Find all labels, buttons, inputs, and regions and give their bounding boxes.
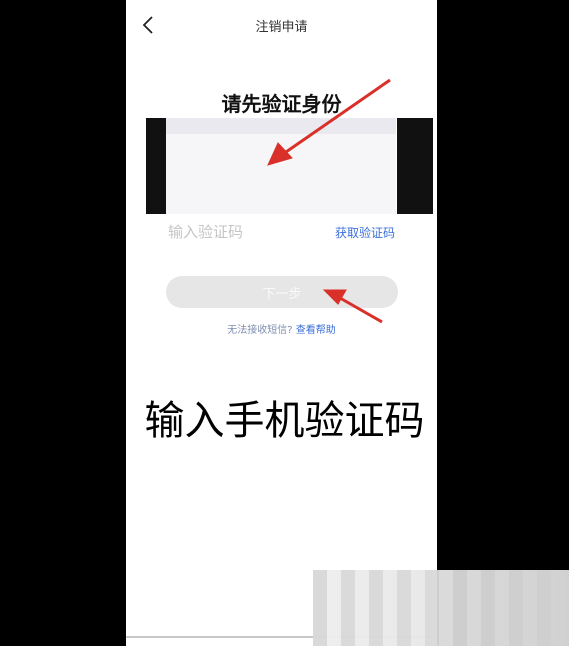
redaction-mask-left — [146, 118, 166, 214]
help-link[interactable]: 查看帮助 — [296, 325, 336, 336]
help-text: 无法接收短信? — [227, 325, 293, 336]
verification-code-input[interactable] — [168, 220, 318, 244]
instruction-caption: 输入手机验证码 — [144, 398, 425, 444]
nav-bar: 注销申请 — [126, 0, 437, 50]
help-line: 无法接收短信? 查看帮助 — [126, 321, 437, 336]
next-step-button[interactable]: 下一步 — [166, 276, 398, 308]
page-title: 注销申请 — [255, 20, 308, 35]
watermark-mosaic — [313, 570, 569, 646]
redaction-mask-right — [397, 118, 433, 214]
phone-number-area — [166, 118, 396, 214]
get-code-button[interactable]: 获取验证码 — [335, 224, 395, 241]
phone-screen: 注销申请 请先验证身份 获取验证码 下一步 无法接收短信? 查看帮助 — [126, 0, 437, 646]
verify-heading: 请先验证身份 — [221, 92, 342, 116]
phone-area-strip — [166, 118, 396, 134]
